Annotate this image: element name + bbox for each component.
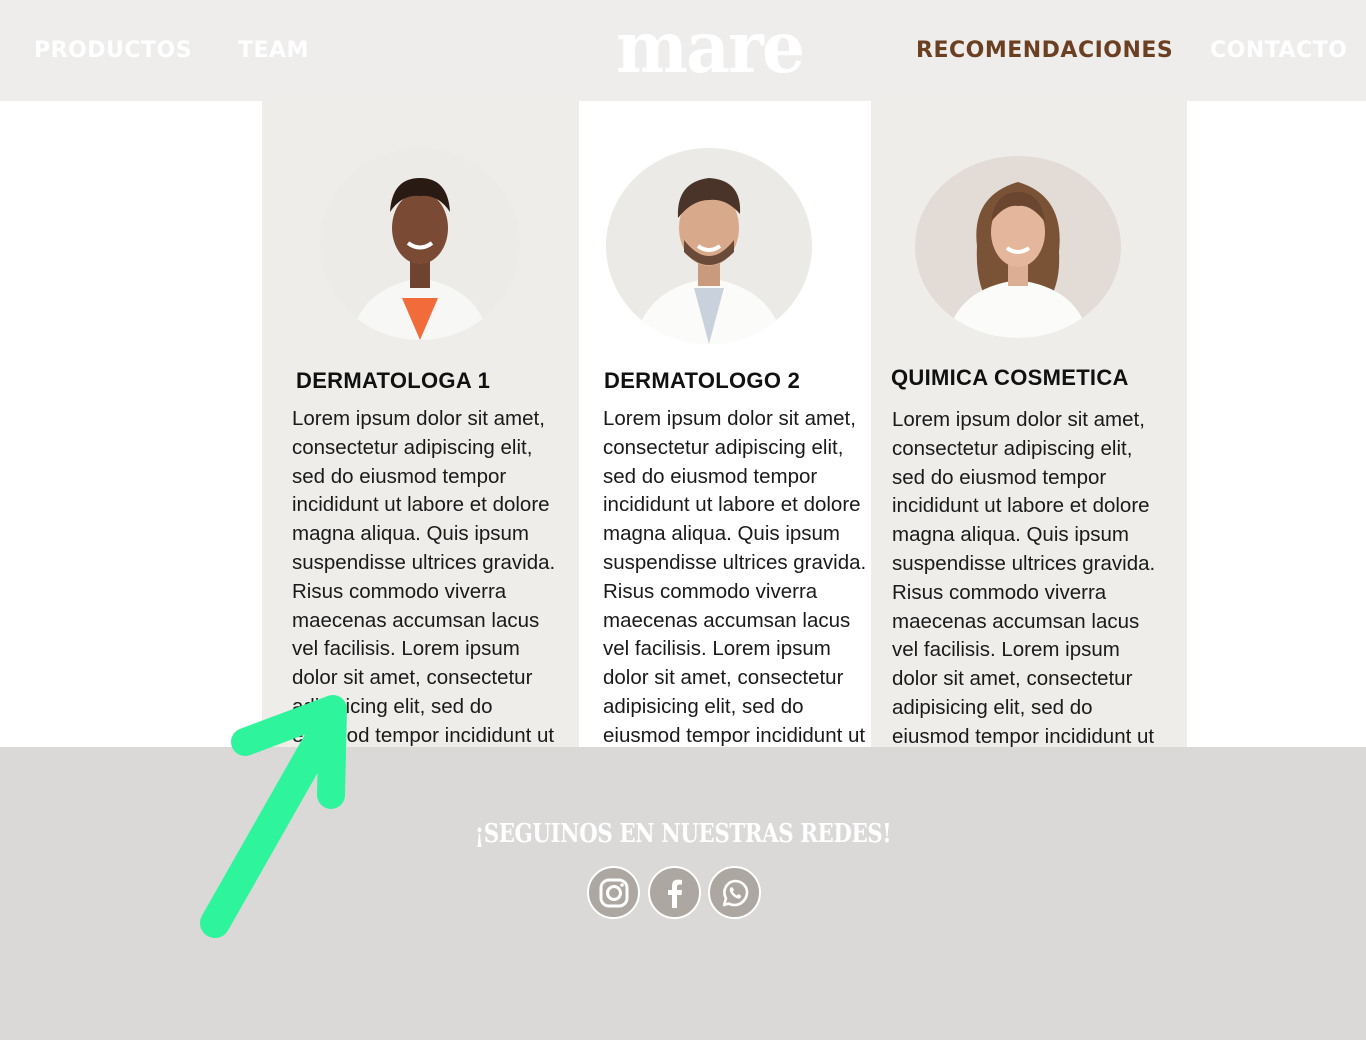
team-card-quimica-cosmetica: QUIMICA COSMETICA Lorem ipsum dolor sit … — [871, 101, 1187, 747]
card-title: DERMATOLOGA 1 — [296, 368, 491, 393]
card-description: Lorem ipsum dolor sit amet, consectetur … — [603, 407, 867, 747]
whatsapp-icon[interactable] — [708, 866, 761, 919]
avatar-dermatologa-1 — [320, 148, 520, 340]
nav-team[interactable]: TEAM — [238, 38, 309, 63]
facebook-icon[interactable] — [648, 866, 701, 919]
nav-recomendaciones[interactable]: RECOMENDACIONES — [916, 38, 1173, 63]
brand-logo[interactable]: mare — [616, 6, 805, 90]
card-description: Lorem ipsum dolor sit amet, consectetur … — [292, 407, 556, 747]
card-title: DERMATOLOGO 2 — [604, 368, 801, 393]
card-title: QUIMICA COSMETICA — [891, 365, 1129, 390]
site-footer: ¡SEGUINOS EN NUESTRAS REDES! — [0, 747, 1366, 1040]
team-card-dermatologo-2: DERMATOLOGO 2 Lorem ipsum dolor sit amet… — [579, 101, 871, 747]
site-header: PRODUCTOS TEAM mare RECOMENDACIONES CONT… — [0, 0, 1366, 101]
avatar-dermatologo-2 — [606, 148, 812, 344]
team-card-dermatologa-1: DERMATOLOGA 1 Lorem ipsum dolor sit amet… — [262, 101, 579, 747]
nav-productos[interactable]: PRODUCTOS — [34, 38, 192, 63]
avatar-quimica-cosmetica — [915, 156, 1121, 338]
card-description: Lorem ipsum dolor sit amet, consectetur … — [892, 408, 1156, 747]
nav-contacto[interactable]: CONTACTO — [1210, 38, 1347, 63]
instagram-icon[interactable] — [587, 866, 640, 919]
follow-us-heading: ¡SEGUINOS EN NUESTRAS REDES! — [474, 819, 892, 849]
